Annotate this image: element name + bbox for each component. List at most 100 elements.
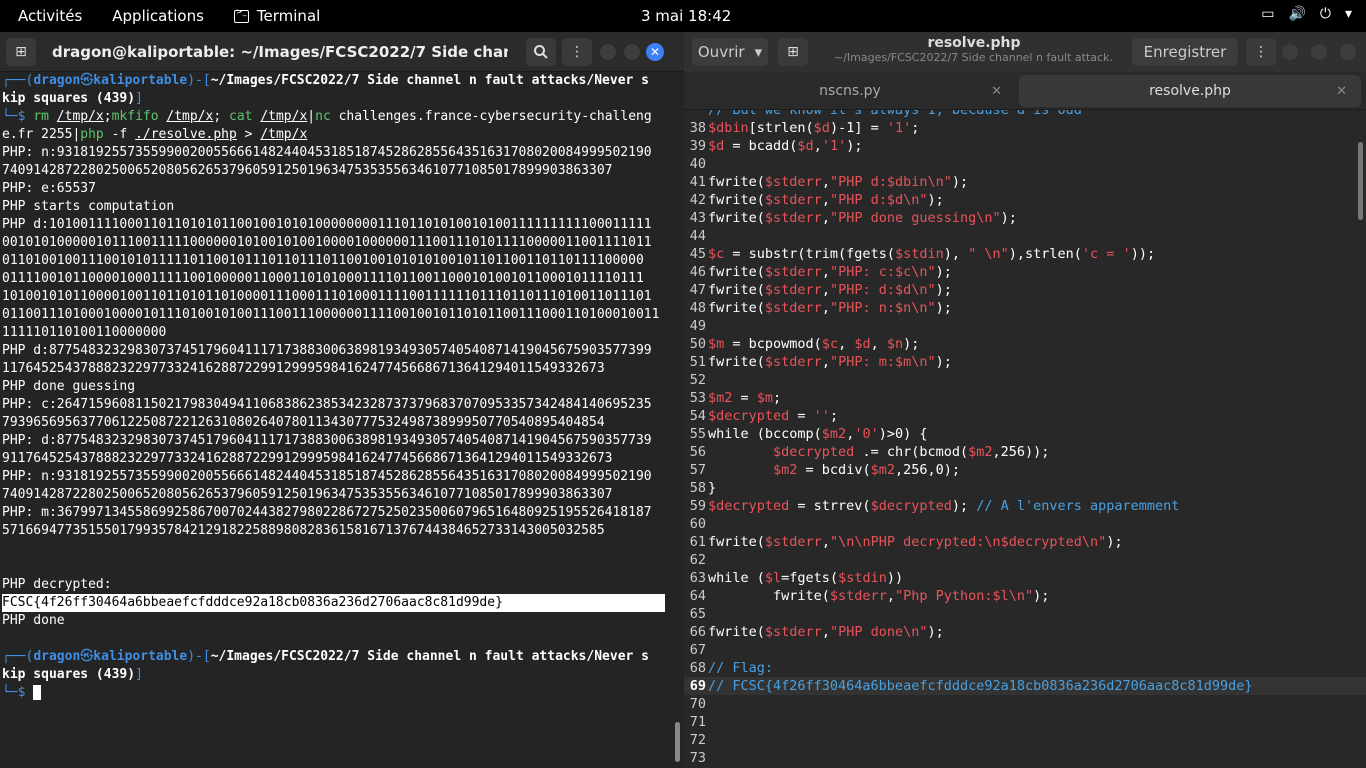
code-line[interactable]: 65 xyxy=(684,605,1366,623)
maximize-button[interactable] xyxy=(624,43,640,60)
window-controls xyxy=(1274,44,1356,64)
flag-text: FCSC{4f26ff30464a6bbeaefcfdddce92a18cb08… xyxy=(2,594,665,612)
code-line[interactable]: 47 fwrite($stderr,"PHP: d:$d\n"); xyxy=(684,281,1366,299)
code-line[interactable]: // But we know it's always 1, because d … xyxy=(684,110,1366,119)
code-line[interactable]: 67 xyxy=(684,641,1366,659)
clock[interactable]: 3 mai 18:42 xyxy=(641,7,731,25)
code-line[interactable]: 69// FCSC{4f26ff30464a6bbeaefcfdddce92a1… xyxy=(684,677,1366,695)
code-text: } xyxy=(708,480,717,496)
code-text: // FCSC{4f26ff30464a6bbeaefcfdddce92a18c… xyxy=(708,678,1253,694)
search-button[interactable] xyxy=(526,37,556,66)
code-line[interactable]: 56 $decrypted .= chr(bcmod($m2,256)); xyxy=(684,443,1366,461)
editor-title: resolve.php xyxy=(927,35,1021,51)
output-line: 7409142872280250065208056265379605912501… xyxy=(2,487,613,502)
code-line[interactable]: 38 $dbin[strlen($d)-1] = '1'; xyxy=(684,119,1366,137)
tab-resolve-php[interactable]: resolve.php ✕ xyxy=(1019,75,1361,107)
line-number: 62 xyxy=(689,552,706,568)
chevron-down-icon[interactable]: ▾ xyxy=(1345,6,1352,22)
code-line[interactable]: 62 xyxy=(684,551,1366,569)
code-line[interactable]: 49 xyxy=(684,317,1366,335)
new-document-button[interactable]: ⊞ xyxy=(778,38,808,66)
active-app-menu[interactable]: Terminal xyxy=(233,7,320,25)
code-line[interactable]: 48 fwrite($stderr,"PHP: n:$n\n"); xyxy=(684,299,1366,317)
output-line: 111110110100110000000 xyxy=(2,325,167,340)
code-line[interactable]: 42 fwrite($stderr,"PHP d:$d\n"); xyxy=(684,191,1366,209)
code-line[interactable]: 66 fwrite($stderr,"PHP done\n"); xyxy=(684,623,1366,641)
code-line[interactable]: 43 fwrite($stderr,"PHP done guessing\n"); xyxy=(684,209,1366,227)
close-button[interactable] xyxy=(1340,44,1356,60)
applications-menu[interactable]: Applications xyxy=(112,7,204,25)
code-line[interactable]: 44 xyxy=(684,227,1366,245)
code-line[interactable]: 72 xyxy=(684,731,1366,749)
code-editor[interactable]: // But we know it's always 1, because d … xyxy=(684,110,1366,768)
code-text: fwrite($stderr,"PHP done\n"); xyxy=(708,624,944,640)
terminal-icon xyxy=(233,7,249,23)
line-number: 64 xyxy=(689,588,706,604)
terminal-scrollbar[interactable] xyxy=(675,722,680,762)
minimize-button[interactable] xyxy=(1281,44,1298,60)
close-button[interactable]: ✕ xyxy=(646,42,664,61)
new-tab-button[interactable]: ⊞ xyxy=(6,37,36,66)
hamburger-menu-button[interactable]: ⋮ xyxy=(562,37,592,66)
code-line[interactable]: 59 $decrypted = strrev($decrypted); // A … xyxy=(684,497,1366,515)
activities-button[interactable]: Activités xyxy=(18,7,82,25)
code-text: fwrite($stderr,"PHP d:$d\n"); xyxy=(708,192,944,208)
terminal-header: ⊞ dragon@kaliportable: ~/Images/FCSC2022… xyxy=(0,32,684,72)
code-text: fwrite($stderr,"PHP done guessing\n"); xyxy=(708,210,1017,226)
line-number: 45 xyxy=(689,246,706,262)
prompt-line: ┌──(dragon㉿kaliportable)-[~/Images/FCSC2… xyxy=(2,73,649,88)
close-icon[interactable]: ✕ xyxy=(991,84,1002,99)
code-line[interactable]: 46 fwrite($stderr,"PHP: c:$c\n"); xyxy=(684,263,1366,281)
output-line: 1010010101100001001101101011010000111000… xyxy=(2,289,652,304)
minimize-button[interactable] xyxy=(600,43,616,60)
tab-nscns-py[interactable]: nscns.py ✕ xyxy=(684,75,1016,107)
input-line[interactable]: └─$ xyxy=(2,684,682,702)
code-line[interactable]: 58} xyxy=(684,479,1366,497)
code-line[interactable]: 57 $m2 = bcdiv($m2,256,0); xyxy=(684,461,1366,479)
output-line: PHP done guessing xyxy=(2,379,136,394)
line-number: 39 xyxy=(689,138,706,154)
code-line[interactable]: 55 while (bccomp($m2,'0')>0) { xyxy=(684,425,1366,443)
code-line[interactable]: 54 $decrypted = ''; xyxy=(684,407,1366,425)
output-line: PHP d:1010011110001101101010110010010101… xyxy=(2,217,652,232)
editor-scrollbar[interactable] xyxy=(1358,142,1363,220)
system-tray[interactable]: ▭ 🔊 ⏻ ▾ xyxy=(1261,6,1352,22)
code-line[interactable]: 60 xyxy=(684,515,1366,533)
code-line[interactable]: 71 xyxy=(684,713,1366,731)
code-line[interactable]: 61 fwrite($stderr,"\n\nPHP decrypted:\n$d… xyxy=(684,533,1366,551)
code-line[interactable]: 51 fwrite($stderr,"PHP: m:$m\n"); xyxy=(684,353,1366,371)
top-bar: Activités Applications Terminal 3 mai 18… xyxy=(0,0,1366,32)
code-line[interactable]: 73 xyxy=(684,749,1366,767)
line-number: 52 xyxy=(689,372,706,388)
code-text: fwrite($stderr,"PHP: c:$c\n"); xyxy=(708,264,952,280)
code-line[interactable]: 53 $m2 = $m; xyxy=(684,389,1366,407)
terminal-output[interactable]: ┌──(dragon㉿kaliportable)-[~/Images/FCSC2… xyxy=(0,72,684,768)
code-line[interactable]: 39 $d = bcadd($d,'1'); xyxy=(684,137,1366,155)
window-list-icon[interactable]: ▭ xyxy=(1261,6,1274,22)
code-line[interactable]: 64 fwrite($stderr,"Php Python:$l\n"); xyxy=(684,587,1366,605)
prompt-line: ┌──(dragon㉿kaliportable)-[~/Images/FCSC2… xyxy=(2,649,649,664)
power-icon[interactable]: ⏻ xyxy=(1320,6,1331,22)
code-line[interactable]: 70 xyxy=(684,695,1366,713)
line-number: 47 xyxy=(689,282,706,298)
open-button[interactable]: Ouvrir ▾ xyxy=(692,38,768,66)
code-line[interactable]: 68// Flag: xyxy=(684,659,1366,677)
maximize-button[interactable] xyxy=(1310,44,1327,60)
code-text: $decrypted = ''; xyxy=(708,408,839,424)
output-line: 0110100100111001010111110110010111011011… xyxy=(2,253,644,268)
code-line[interactable]: 40 xyxy=(684,155,1366,173)
code-line[interactable]: 41 fwrite($stderr,"PHP d:$dbin\n"); xyxy=(684,173,1366,191)
hamburger-menu-button[interactable]: ⋮ xyxy=(1246,38,1276,66)
code-line[interactable]: 52 xyxy=(684,371,1366,389)
save-button[interactable]: Enregistrer xyxy=(1132,38,1238,66)
editor-window: Ouvrir ▾ ⊞ resolve.php ~/Images/FCSC2022/… xyxy=(684,32,1366,768)
line-number: 61 xyxy=(689,534,706,550)
code-line[interactable]: 50 $m = bcpowmod($c, $d, $n); xyxy=(684,335,1366,353)
volume-icon[interactable]: 🔊 xyxy=(1288,6,1305,22)
code-line[interactable]: 63 while ($l=fgets($stdin)) xyxy=(684,569,1366,587)
code-text: fwrite($stderr,"PHP: m:$m\n"); xyxy=(708,354,952,370)
code-line[interactable]: 45 $c = substr(trim(fgets($stdin), " \n")… xyxy=(684,245,1366,263)
close-icon[interactable]: ✕ xyxy=(1336,84,1347,99)
